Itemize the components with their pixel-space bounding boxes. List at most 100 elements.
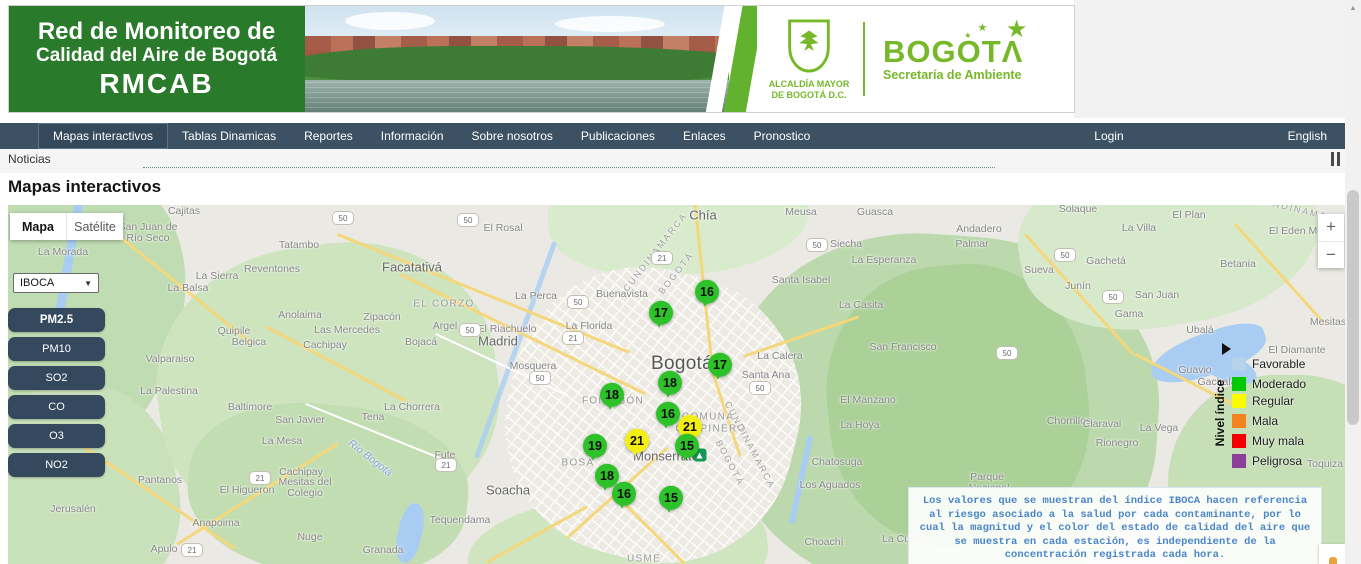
station-marker[interactable]: 15	[675, 434, 699, 458]
map-place-label: San Juan	[1135, 289, 1179, 301]
map-place-label: La Vega	[1140, 422, 1179, 434]
legend-item-label: Regular	[1252, 394, 1294, 408]
map-place-label: Facatativá	[382, 260, 442, 275]
legend-color-swatch	[1232, 414, 1246, 428]
map-place-label: Meusa	[785, 206, 817, 218]
map-place-label: Tequendama	[430, 514, 491, 526]
station-marker[interactable]: 21	[625, 429, 649, 453]
map-place-label: San Francisco	[869, 341, 936, 353]
map-place-label: Río Seco	[126, 232, 169, 244]
map-place-label: Nuge	[297, 531, 322, 543]
satellite-tab[interactable]: Satélite	[67, 213, 123, 240]
map-place-label: Bojacá	[405, 336, 437, 348]
map-place-label: Sueva	[1024, 264, 1054, 276]
map-place-label: Claraval	[1083, 418, 1122, 430]
map-place-label: La Perca	[515, 290, 557, 302]
map-place-label: Cachipay	[303, 339, 347, 351]
nav-item-reportes[interactable]: Reportes	[290, 123, 367, 149]
login-link[interactable]: Login	[1080, 123, 1137, 149]
station-marker[interactable]: 18	[600, 383, 624, 407]
map-place-label: Betania	[1220, 258, 1256, 270]
map-place-label: Cajitas	[168, 205, 200, 217]
map-place-label: Guasca	[857, 206, 893, 218]
station-marker[interactable]: 19	[583, 434, 607, 458]
road-shield: 50	[529, 371, 551, 385]
map-place-label: Baltimore	[228, 401, 272, 413]
map-place-label: Gama	[1115, 308, 1144, 320]
map-place-label: Granada	[363, 544, 404, 556]
site-title-acronym: RMCAB	[99, 69, 213, 99]
map-place-label: Anolaima	[278, 309, 322, 321]
station-marker[interactable]: 16	[695, 280, 719, 304]
map-place-label: San Javier	[275, 414, 325, 426]
street-view-pegman[interactable]	[1319, 544, 1345, 564]
legend-item: Regular	[1232, 394, 1294, 408]
map-place-label: Soacha	[486, 483, 530, 498]
map-place-label: Reventones	[244, 263, 300, 275]
news-ticker-strip	[0, 149, 1345, 173]
legend-item-label: Muy mala	[1252, 434, 1304, 448]
zoom-in-button[interactable]: +	[1318, 214, 1344, 242]
scrollbar-thumb[interactable]	[1347, 190, 1359, 425]
road-shield: 50	[332, 211, 354, 225]
nav-item-enlaces[interactable]: Enlaces	[669, 123, 740, 149]
nav-item-mapas-interactivos[interactable]: Mapas interactivos	[38, 123, 168, 149]
legend-item: Moderado	[1232, 377, 1306, 391]
map-place-label: Ubalá	[1186, 324, 1213, 336]
star-icon: ★	[964, 31, 971, 40]
map-place-label: El Eden Mu	[1269, 225, 1323, 237]
nav-item-sobre-nosotros[interactable]: Sobre nosotros	[458, 123, 567, 149]
chevron-down-icon: ▼	[84, 279, 92, 288]
legend-item: Mala	[1232, 414, 1278, 428]
map-place-label: La Mesa	[262, 435, 302, 447]
legend-color-swatch	[1232, 377, 1246, 391]
pegman-icon	[1329, 557, 1337, 564]
pollutant-button-o3[interactable]: O3	[8, 424, 105, 448]
star-icon: ★	[977, 21, 987, 34]
zoom-out-button[interactable]: −	[1318, 242, 1344, 269]
pollutant-button-pm10[interactable]: PM10	[8, 337, 105, 361]
map-place-label: La Chorrera	[384, 401, 440, 413]
nav-item-publicaciones[interactable]: Publicaciones	[567, 123, 669, 149]
index-dropdown[interactable]: IBOCA ▼	[13, 273, 99, 293]
station-marker[interactable]: 16	[656, 402, 680, 426]
nav-item-tablas-dinamicas[interactable]: Tablas Dinamicas	[168, 123, 290, 149]
legend-item-label: Favorable	[1252, 357, 1305, 371]
legend-color-swatch	[1232, 394, 1246, 408]
nav-item-información[interactable]: Información	[367, 123, 458, 149]
bogota-logo: ★ ★ ★ BOGOTΛ Secretaría de Ambiente	[875, 37, 1023, 82]
map-place-label: Madrid	[478, 334, 518, 349]
language-link-english[interactable]: English	[1288, 123, 1345, 149]
pause-icon[interactable]	[1331, 152, 1345, 166]
info-box-line: se muestra en cada estación, es independ…	[913, 536, 1317, 550]
map-place-label: Anapoima	[192, 517, 239, 529]
legend-color-swatch	[1232, 357, 1246, 371]
map-place-label: Pantanos	[138, 474, 182, 486]
info-box-line: cual la magnitud y el color del estado d…	[913, 522, 1317, 536]
pollutant-button-co[interactable]: CO	[8, 395, 105, 419]
road-shield: 50	[749, 381, 771, 395]
map-place-label: Zipacón	[363, 311, 400, 323]
alcaldia-logo: ALCALDÍA MAYOR DE BOGOTÁ D.C.	[757, 18, 861, 101]
pollutant-button-pm25[interactable]: PM2.5	[8, 308, 105, 332]
scroll-up-icon[interactable]: ▲	[1345, 0, 1361, 16]
bogota-wordmark: BOGOTΛ	[883, 37, 1023, 67]
station-marker[interactable]: 18	[658, 371, 682, 395]
map-tab[interactable]: Mapa	[10, 213, 67, 240]
map-place-label: Valparaiso	[146, 353, 195, 365]
station-marker[interactable]: 16	[612, 482, 636, 506]
nav-item-pronostico[interactable]: Pronostico	[740, 123, 825, 149]
road-shield: 50	[806, 238, 828, 252]
tree-band	[305, 46, 729, 84]
pollutant-button-so2[interactable]: SO2	[8, 366, 105, 390]
station-marker[interactable]: 17	[708, 353, 732, 377]
map-place-label: La Balsa	[168, 282, 209, 294]
map-place-label: La Calera	[757, 350, 803, 362]
map-place-label: El Manzano	[840, 394, 895, 406]
map-place-label: La Villa	[1122, 222, 1156, 234]
pollutant-button-no2[interactable]: NO2	[8, 453, 105, 477]
interactive-map[interactable]: CajitasChíaMeusaGuascaSolaqueEl PlanLa V…	[8, 205, 1345, 564]
cloud-shape	[345, 12, 435, 30]
station-marker[interactable]: 17	[649, 301, 673, 325]
station-marker[interactable]: 15	[659, 486, 683, 510]
